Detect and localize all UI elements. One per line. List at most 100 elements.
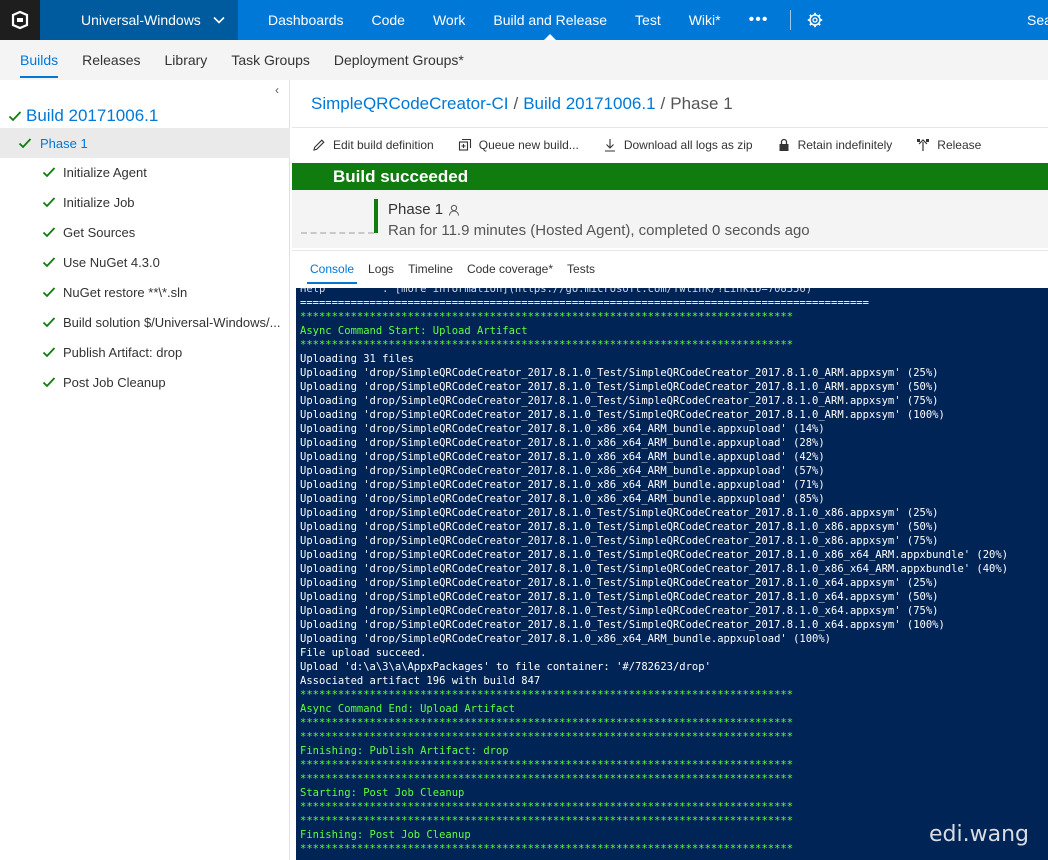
- console-line: Uploading 'drop/SimpleQRCodeCreator_2017…: [300, 479, 825, 491]
- tab-console[interactable]: Console: [303, 251, 361, 287]
- console-line: Uploading 'drop/SimpleQRCodeCreator_2017…: [300, 367, 939, 379]
- console-line: ****************************************…: [300, 759, 794, 771]
- console-line: File upload succeed.: [300, 647, 427, 659]
- console-line: Uploading 'drop/SimpleQRCodeCreator_2017…: [300, 619, 945, 631]
- nav-test[interactable]: Test: [621, 0, 675, 40]
- divider: [790, 10, 792, 30]
- tree-step[interactable]: Get Sources: [42, 221, 135, 243]
- console-line: Uploading 31 files: [300, 353, 414, 365]
- check-icon: [42, 227, 56, 238]
- tab-library[interactable]: Library: [153, 40, 220, 80]
- console-line: Uploading 'drop/SimpleQRCodeCreator_2017…: [300, 423, 825, 435]
- tree-step-label: NuGet restore **\*.sln: [63, 284, 188, 300]
- console-line: ****************************************…: [300, 731, 794, 743]
- more-ellipsis-icon[interactable]: •••: [735, 0, 783, 40]
- tab-releases[interactable]: Releases: [70, 40, 152, 80]
- queue-new-build-button[interactable]: Queue new build...: [458, 138, 579, 152]
- chevron-down-icon: [213, 16, 225, 24]
- check-icon: [42, 377, 56, 388]
- console-line: Uploading 'drop/SimpleQRCodeCreator_2017…: [300, 521, 939, 533]
- console-line: Starting: Post Job Cleanup: [300, 787, 465, 799]
- tree-phase-label: Phase 1: [40, 135, 88, 151]
- console-line: Uploading 'drop/SimpleQRCodeCreator_2017…: [300, 633, 832, 645]
- check-icon: [18, 138, 32, 149]
- tab-task-groups[interactable]: Task Groups: [219, 40, 322, 80]
- console-line: ****************************************…: [300, 339, 794, 351]
- nav-code[interactable]: Code: [358, 0, 419, 40]
- console-line: Help : [more information](https://go.mic…: [300, 288, 813, 295]
- tab-timeline[interactable]: Timeline: [401, 251, 460, 287]
- phase-status-bar: [374, 199, 378, 233]
- log-tabs: Console Logs Timeline Code coverage* Tes…: [292, 250, 1048, 286]
- tree-step[interactable]: Build solution $/Universal-Windows/...: [42, 311, 280, 333]
- tab-builds[interactable]: Builds: [8, 40, 70, 80]
- vsts-logo-icon[interactable]: [0, 0, 40, 40]
- tab-tests[interactable]: Tests: [560, 251, 602, 287]
- console-line: ****************************************…: [300, 717, 794, 729]
- tree-step[interactable]: Publish Artifact: drop: [42, 341, 182, 363]
- retain-indefinitely-button[interactable]: Retain indefinitely: [777, 138, 892, 152]
- console-line: Uploading 'drop/SimpleQRCodeCreator_2017…: [300, 591, 939, 603]
- console-output[interactable]: Help : [more information](https://go.mic…: [296, 288, 1048, 860]
- release-label: Release: [937, 138, 982, 152]
- tree-step-label: Build solution $/Universal-Windows/...: [63, 314, 281, 330]
- tab-logs[interactable]: Logs: [361, 251, 401, 287]
- nav-wiki[interactable]: Wiki*: [675, 0, 735, 40]
- phase-summary-card: Phase 1 Ran for 11.9 minutes (Hosted Age…: [292, 190, 1048, 248]
- console-line: ========================================…: [300, 297, 869, 309]
- tree-step[interactable]: Initialize Job: [42, 191, 135, 213]
- breadcrumb: SimpleQRCodeCreator-CI / Build 20171006.1/…: [311, 94, 733, 114]
- console-line: Uploading 'drop/SimpleQRCodeCreator_2017…: [300, 563, 1009, 575]
- check-icon: [42, 257, 56, 268]
- check-icon: [42, 287, 56, 298]
- release-icon: [917, 139, 930, 151]
- console-line: Uploading 'drop/SimpleQRCodeCreator_2017…: [300, 409, 945, 421]
- tree-step[interactable]: Post Job Cleanup: [42, 371, 166, 393]
- console-line: Uploading 'drop/SimpleQRCodeCreator_2017…: [300, 451, 825, 463]
- console-line: ****************************************…: [300, 801, 794, 813]
- timeline-dash: [301, 232, 374, 234]
- tree-build-node[interactable]: Build 20171006.1: [8, 106, 158, 126]
- console-text: Help : [more information](https://go.mic…: [300, 288, 1008, 856]
- search-box[interactable]: Sea: [1027, 0, 1048, 40]
- tree-build-label: Build 20171006.1: [26, 106, 159, 125]
- edit-build-definition-label: Edit build definition: [333, 138, 434, 152]
- release-button[interactable]: Release: [916, 138, 981, 152]
- check-icon: [42, 167, 56, 178]
- project-name: Universal-Windows: [81, 12, 201, 28]
- pencil-icon: [313, 139, 325, 151]
- console-line: Associated artifact 196 with build 847: [300, 675, 541, 687]
- download-logs-button[interactable]: Download all logs as zip: [603, 138, 753, 152]
- console-line: ****************************************…: [300, 689, 794, 701]
- build-toolbar: Edit build definition Queue new build...…: [300, 128, 993, 162]
- tree-step[interactable]: Initialize Agent: [42, 161, 147, 183]
- tab-deployment-groups[interactable]: Deployment Groups*: [322, 40, 476, 80]
- phase-name: Phase 1: [388, 201, 444, 218]
- nav-dashboards[interactable]: Dashboards: [254, 0, 358, 40]
- nav-build-and-release[interactable]: Build and Release: [479, 0, 621, 40]
- tree-step-label: Get Sources: [63, 224, 136, 240]
- hub-nav: Dashboards Code Work Build and Release T…: [254, 0, 825, 40]
- tree-phase-node[interactable]: Phase 1: [0, 128, 290, 158]
- tab-code-coverage[interactable]: Code coverage*: [460, 251, 560, 287]
- check-icon: [42, 197, 56, 208]
- edit-build-definition-button[interactable]: Edit build definition: [312, 138, 434, 152]
- project-selector[interactable]: Universal-Windows: [40, 0, 238, 40]
- console-line: Uploading 'drop/SimpleQRCodeCreator_2017…: [300, 493, 825, 505]
- console-line: ****************************************…: [300, 773, 794, 785]
- breadcrumb-definition-link[interactable]: SimpleQRCodeCreator-CI: [311, 94, 508, 113]
- tree-step[interactable]: Use NuGet 4.3.0: [42, 251, 160, 273]
- breadcrumb-separator: /: [513, 94, 519, 113]
- breadcrumb-build-link[interactable]: Build 20171006.1: [523, 94, 655, 113]
- console-line: Finishing: Publish Artifact: drop: [300, 745, 509, 757]
- build-tree: ‹ Build 20171006.1 Phase 1 Initialize Ag…: [0, 80, 290, 860]
- check-icon: [8, 111, 22, 122]
- agent-person-icon: [449, 204, 460, 216]
- nav-work[interactable]: Work: [419, 0, 479, 40]
- tree-step[interactable]: NuGet restore **\*.sln: [42, 281, 187, 303]
- gear-icon[interactable]: [805, 10, 825, 30]
- collapse-pane-icon[interactable]: ‹: [275, 83, 279, 97]
- check-icon: [42, 347, 56, 358]
- breadcrumb-separator: /: [660, 94, 666, 113]
- tree-step-label: Initialize Job: [63, 194, 135, 210]
